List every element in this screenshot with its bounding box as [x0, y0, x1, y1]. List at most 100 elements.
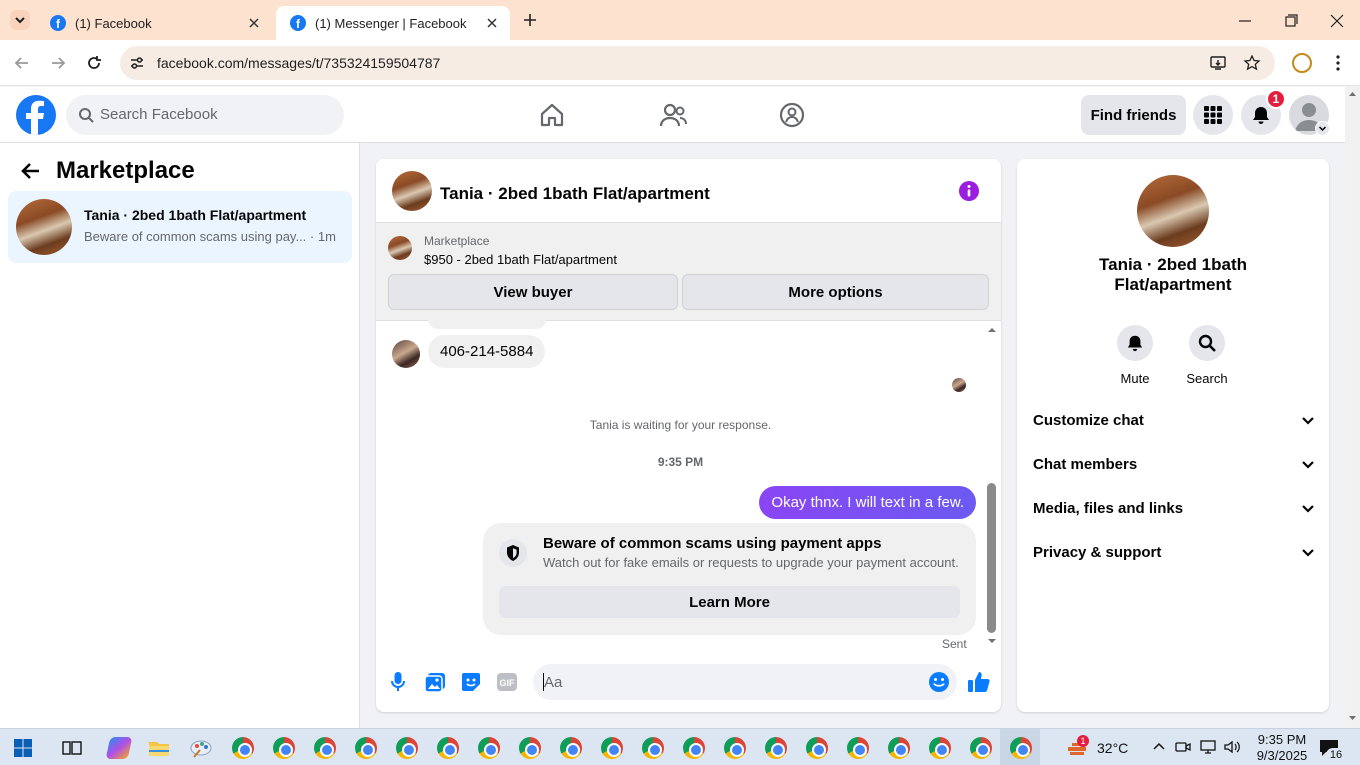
paint-app-icon[interactable]	[190, 737, 212, 759]
task-view-button[interactable]	[62, 739, 82, 757]
clock-date[interactable]: 9/3/2025	[1253, 748, 1311, 763]
weather-temperature[interactable]: 32°C	[1097, 740, 1128, 756]
chrome-icon[interactable]	[970, 737, 992, 759]
search-icon	[1189, 325, 1225, 361]
minimize-button[interactable]	[1236, 12, 1254, 30]
site-info-icon[interactable]	[129, 55, 145, 71]
page-scrollbar[interactable]	[1345, 87, 1360, 728]
close-icon	[1330, 14, 1344, 28]
file-explorer-icon[interactable]	[148, 737, 170, 759]
chrome-icon[interactable]	[847, 737, 869, 759]
gif-button[interactable]: GIF	[496, 672, 518, 692]
chrome-icon[interactable]	[683, 737, 705, 759]
chrome-icon[interactable]	[396, 737, 418, 759]
chrome-icon[interactable]	[724, 737, 746, 759]
close-tab-icon[interactable]	[246, 15, 262, 31]
chat-title[interactable]: Tania · 2bed 1bath Flat/apartment	[440, 184, 710, 204]
copilot-icon[interactable]	[105, 737, 133, 759]
chrome-icon[interactable]	[437, 737, 459, 759]
chrome-icon-active[interactable]	[1010, 737, 1032, 759]
chrome-icon[interactable]	[560, 737, 582, 759]
scroll-up-icon[interactable]	[986, 325, 998, 333]
scam-warning-heading: Beware of common scams using payment app…	[543, 535, 882, 552]
photo-icon	[424, 673, 445, 693]
section-label: Media, files and links	[1033, 500, 1184, 517]
chat-scrollbar[interactable]	[985, 321, 999, 651]
section-chat-members[interactable]: Chat members	[1033, 456, 1315, 480]
scroll-down-icon[interactable]	[1348, 715, 1357, 721]
back-button[interactable]	[12, 53, 32, 73]
more-options-button[interactable]: More options	[682, 274, 989, 310]
volume-icon[interactable]	[1223, 739, 1241, 755]
back-arrow-button[interactable]	[20, 160, 42, 182]
chrome-icon[interactable]	[765, 737, 787, 759]
mute-action[interactable]: Mute	[1105, 325, 1165, 386]
nav-home[interactable]	[538, 101, 566, 129]
chrome-icon[interactable]	[601, 737, 623, 759]
account-menu-toggle[interactable]	[1315, 121, 1330, 136]
svg-text:GIF: GIF	[500, 678, 516, 688]
forward-button[interactable]	[48, 53, 68, 73]
info-button[interactable]	[959, 181, 979, 201]
chrome-icon[interactable]	[929, 737, 951, 759]
view-buyer-button[interactable]: View buyer	[388, 274, 678, 310]
listing-title[interactable]: $950 - 2bed 1bath Flat/apartment	[424, 252, 617, 267]
chrome-icon[interactable]	[355, 737, 377, 759]
sender-avatar[interactable]	[392, 340, 420, 368]
message-input[interactable]: Aa	[533, 664, 957, 700]
facebook-header: Search Facebook Find friends 1	[0, 87, 1345, 143]
chrome-icon[interactable]	[888, 737, 910, 759]
new-tab-button[interactable]	[520, 10, 540, 30]
scroll-up-icon[interactable]	[1348, 91, 1357, 97]
tab-messenger[interactable]: f (1) Messenger | Facebook	[276, 6, 510, 40]
search-input[interactable]: Search Facebook	[66, 95, 344, 135]
nav-groups[interactable]	[778, 101, 806, 129]
incoming-message[interactable]: 406-214-5884	[428, 335, 546, 368]
close-tab-icon[interactable]	[484, 15, 500, 31]
section-media-files-links[interactable]: Media, files and links	[1033, 500, 1315, 524]
section-privacy-support[interactable]: Privacy & support	[1033, 544, 1315, 568]
chrome-icon[interactable]	[478, 737, 500, 759]
close-window-button[interactable]	[1328, 12, 1346, 30]
tray-overflow-button[interactable]	[1152, 741, 1166, 751]
chrome-icon[interactable]	[314, 737, 336, 759]
star-icon[interactable]	[1243, 54, 1261, 72]
learn-more-button[interactable]: Learn More	[499, 586, 960, 618]
like-button[interactable]	[967, 670, 991, 694]
network-icon[interactable]	[1199, 739, 1217, 755]
chrome-icon[interactable]	[806, 737, 828, 759]
voice-clip-button[interactable]	[389, 671, 407, 693]
install-app-icon[interactable]	[1209, 54, 1227, 72]
profile-icon[interactable]	[1292, 53, 1312, 73]
restore-button[interactable]	[1282, 12, 1300, 30]
message-timestamp: 9:35 PM	[657, 455, 704, 469]
sticker-button[interactable]	[460, 671, 482, 693]
chrome-icon[interactable]	[642, 737, 664, 759]
find-friends-button[interactable]: Find friends	[1081, 95, 1186, 135]
facebook-logo[interactable]	[16, 95, 56, 135]
section-customize-chat[interactable]: Customize chat	[1033, 412, 1315, 436]
menu-grid-button[interactable]	[1193, 95, 1233, 135]
scrollbar-thumb[interactable]	[987, 483, 996, 633]
attach-media-button[interactable]	[424, 671, 446, 693]
chrome-icon[interactable]	[519, 737, 541, 759]
start-button[interactable]	[14, 739, 32, 757]
tab-search-button[interactable]	[10, 10, 30, 30]
chat-avatar[interactable]	[392, 171, 432, 211]
meet-now-icon[interactable]	[1175, 739, 1191, 755]
menu-button[interactable]	[1332, 53, 1344, 73]
clock-time[interactable]: 9:35 PM	[1253, 732, 1311, 747]
search-placeholder: Search Facebook	[100, 106, 218, 123]
outgoing-message[interactable]: Okay thnx. I will text in a few.	[759, 486, 976, 519]
tab-facebook[interactable]: f (1) Facebook	[36, 6, 272, 40]
details-avatar[interactable]	[1137, 175, 1209, 247]
emoji-icon[interactable]	[928, 671, 950, 693]
chrome-icon[interactable]	[273, 737, 295, 759]
nav-friends[interactable]	[658, 101, 688, 129]
reload-button[interactable]	[84, 53, 104, 73]
chrome-icon[interactable]	[232, 737, 254, 759]
search-action[interactable]: Search	[1177, 325, 1237, 386]
scroll-down-icon[interactable]	[986, 638, 998, 646]
address-bar[interactable]: facebook.com/messages/t/735324159504787	[120, 46, 1275, 80]
conversation-item[interactable]: Tania · 2bed 1bath Flat/apartment Beware…	[8, 191, 352, 263]
